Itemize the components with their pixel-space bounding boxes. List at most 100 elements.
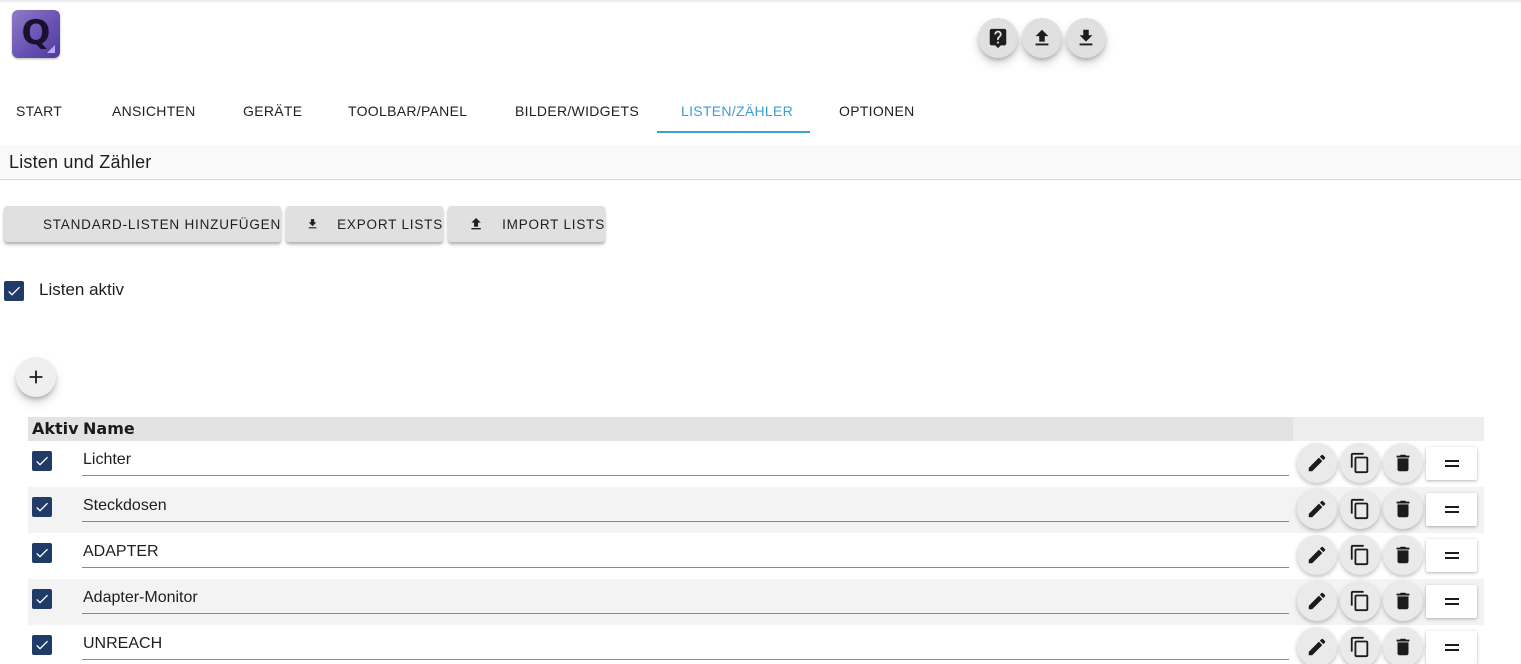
import-lists-button[interactable]: IMPORT LISTS (448, 206, 605, 242)
row-name-field[interactable]: Adapter-Monitor (83, 589, 198, 607)
delete-button[interactable] (1383, 489, 1423, 529)
page-title: Listen und Zähler (9, 152, 152, 172)
copy-icon (1350, 498, 1369, 520)
table-row: Steckdosen (28, 487, 1484, 533)
copy-icon (1350, 544, 1369, 566)
drag-handle-icon (1444, 460, 1459, 467)
delete-button[interactable] (1383, 443, 1423, 483)
app-logo: Q (12, 10, 60, 58)
edit-icon (1308, 592, 1326, 610)
delete-icon (1396, 500, 1410, 518)
download-button[interactable] (1066, 18, 1106, 58)
column-header-name: Name (83, 419, 135, 438)
copy-icon (1350, 636, 1369, 658)
active-tab-indicator (657, 131, 810, 133)
table-row: ADAPTER (28, 533, 1484, 579)
edit-icon (1308, 546, 1326, 564)
edit-button[interactable] (1297, 535, 1337, 575)
delete-icon (1396, 546, 1410, 564)
logo-arrow-icon (47, 45, 55, 53)
row-name-field[interactable]: ADAPTER (83, 543, 159, 561)
drag-handle-icon (1444, 506, 1459, 513)
tab-toolbar-panel[interactable]: TOOLBAR/PANEL (348, 88, 467, 134)
download-icon (308, 219, 317, 229)
copy-button[interactable] (1340, 535, 1380, 575)
drag-handle[interactable] (1426, 631, 1477, 664)
check-icon (36, 548, 48, 558)
top-edge (0, 0, 1521, 3)
table-row: UNREACH (28, 625, 1484, 664)
tab-geraete[interactable]: GERÄTE (243, 88, 302, 134)
row-name-underline (82, 475, 1289, 476)
help-button[interactable] (978, 18, 1018, 58)
table-header: Aktiv Name (28, 417, 1484, 441)
drag-handle-icon (1444, 552, 1459, 559)
tab-ansichten[interactable]: ANSICHTEN (112, 88, 196, 134)
add-default-lists-button[interactable]: STANDARD-LISTEN HINZUFÜGEN (4, 206, 281, 242)
delete-button[interactable] (1383, 581, 1423, 621)
edit-button[interactable] (1297, 489, 1337, 529)
check-icon (36, 594, 48, 604)
tab-listen-zaehler[interactable]: LISTEN/ZÄHLER (681, 88, 793, 134)
upload-icon (471, 217, 481, 230)
table-header-actions (1293, 417, 1484, 441)
row-active-checkbox[interactable] (32, 589, 52, 609)
edit-icon (1308, 500, 1326, 518)
drag-handle-icon (1444, 598, 1459, 605)
check-icon (36, 502, 48, 512)
help-icon (989, 28, 1007, 49)
edit-icon (1308, 638, 1326, 656)
row-active-checkbox[interactable] (32, 543, 52, 563)
delete-button[interactable] (1383, 535, 1423, 575)
edit-button[interactable] (1297, 443, 1337, 483)
drag-handle[interactable] (1426, 539, 1477, 572)
scatter-dots-icon (24, 223, 25, 225)
delete-button[interactable] (1383, 627, 1423, 664)
row-active-checkbox[interactable] (32, 635, 52, 655)
tab-bilder-widgets[interactable]: BILDER/WIDGETS (515, 88, 639, 134)
copy-button[interactable] (1340, 489, 1380, 529)
row-name-field[interactable]: UNREACH (83, 635, 162, 653)
row-active-checkbox[interactable] (32, 451, 52, 471)
row-name-underline (82, 613, 1289, 614)
row-name-underline (82, 567, 1289, 568)
drag-handle[interactable] (1426, 493, 1477, 526)
copy-button[interactable] (1340, 581, 1380, 621)
edit-button[interactable] (1297, 581, 1337, 621)
tab-start[interactable]: START (16, 88, 62, 134)
row-active-checkbox[interactable] (32, 497, 52, 517)
delete-icon (1396, 592, 1410, 610)
copy-button[interactable] (1340, 627, 1380, 664)
edit-icon (1308, 454, 1326, 472)
import-lists-label: IMPORT LISTS (502, 216, 605, 232)
export-lists-label: EXPORT LISTS (337, 216, 443, 232)
upload-icon (1035, 29, 1049, 46)
drag-handle-icon (1444, 644, 1459, 651)
copy-icon (1350, 452, 1369, 474)
lists-active-label: Listen aktiv (39, 280, 125, 299)
row-name-underline (82, 521, 1289, 522)
edit-button[interactable] (1297, 627, 1337, 664)
tab-optionen[interactable]: OPTIONEN (839, 88, 915, 134)
lists-active-checkbox[interactable] (4, 281, 24, 301)
row-name-field[interactable]: Lichter (83, 451, 131, 469)
column-header-active: Aktiv (32, 419, 79, 438)
table-row: Lichter (28, 441, 1484, 487)
copy-icon (1350, 590, 1369, 612)
drag-handle[interactable] (1426, 447, 1477, 480)
upload-button[interactable] (1022, 18, 1062, 58)
drag-handle[interactable] (1426, 585, 1477, 618)
check-icon (8, 286, 20, 296)
check-icon (36, 456, 48, 466)
add-default-lists-label: STANDARD-LISTEN HINZUFÜGEN (42, 216, 281, 232)
download-icon (1079, 29, 1093, 46)
section-header: Listen und Zähler (0, 145, 1521, 180)
row-name-underline (82, 659, 1289, 660)
copy-button[interactable] (1340, 443, 1380, 483)
add-list-button[interactable] (16, 357, 56, 397)
plus-icon (29, 370, 43, 384)
export-lists-button[interactable]: EXPORT LISTS (286, 206, 443, 242)
delete-icon (1396, 454, 1410, 472)
row-name-field[interactable]: Steckdosen (83, 497, 167, 515)
delete-icon (1396, 638, 1410, 656)
